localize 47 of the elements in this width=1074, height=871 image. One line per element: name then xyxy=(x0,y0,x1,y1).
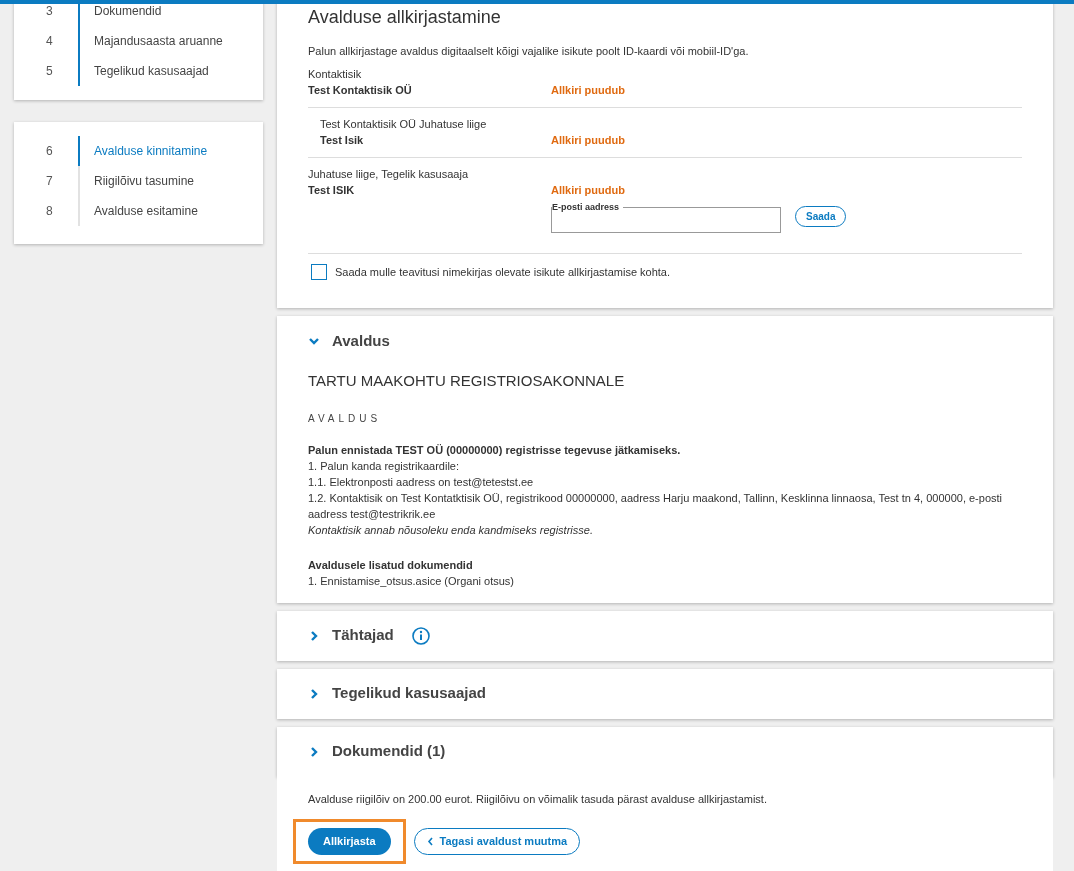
chevron-right-icon xyxy=(308,687,320,700)
application-text: Avaldusele lisatud dokumendid xyxy=(308,557,474,573)
checkbox[interactable] xyxy=(311,263,327,280)
chevron-down-icon xyxy=(308,335,320,347)
signer-name: Test ISIK xyxy=(308,183,356,198)
application-text: 1.1. Elektronposti aadress on test@tetestst.ee xyxy=(308,474,535,490)
addressee-heading: TARTU MAAKOHTU REGISTRIOSAKONNALE xyxy=(308,371,626,391)
step-number: 7 xyxy=(46,173,54,190)
chevron-right-icon xyxy=(308,745,320,758)
application-text: Kontaktisik annab nõusoleku enda kandmiseks registrisse. xyxy=(308,522,594,538)
step-link[interactable]: Riigilõivu tasumine xyxy=(80,166,195,196)
application-text: 1. Ennistamise_otsus.asice (Organi otsus) xyxy=(308,573,516,589)
step-link[interactable]: Tegelikud kasusaajad xyxy=(80,56,209,86)
accordion-header[interactable]: Dokumendid (1) xyxy=(277,726,1053,777)
step-number: 6 xyxy=(46,143,54,160)
role-text: Juhatuse liige, Tegelik kasusaaja xyxy=(308,166,469,182)
accordion-header[interactable]: Tähtajad xyxy=(277,610,1053,661)
application-text: 1.2. Kontaktisik on Test Kontatktisik OÜ, registrikood 00000000, aadress Harju maakond, Tallinn, Kesklinna linnaosa, Test tn 4, 000000, e-posti aadress test@testrikrik.ee xyxy=(308,490,1003,522)
intro-text: Palun allkirjastage avaldus digitaalselt kõigi vajalike isikute poolt ID-kaardi või mobiil-ID'ga. xyxy=(308,44,750,59)
chevron-right-icon xyxy=(308,629,320,642)
step-link[interactable]: Avalduse esitamine xyxy=(80,196,198,226)
role-text: Kontaktisik xyxy=(308,66,363,82)
application-text: 1. Palun kanda registrikaardile: xyxy=(308,458,461,474)
signer-name: Test Isik xyxy=(320,133,365,148)
accordion-header[interactable]: Tegelikud kasusaajad xyxy=(277,668,1053,719)
role-text: Test Kontaktisik OÜ Juhatuse liige xyxy=(320,116,488,132)
step-link[interactable]: Majandusaasta aruanne xyxy=(80,26,223,56)
signature-status: Allkiri puudub xyxy=(551,133,625,148)
sign-button[interactable]: Allkirjasta xyxy=(308,828,391,855)
application-text: Palun ennistada TEST OÜ (00000000) registrisse tegevuse jätkamiseks. xyxy=(308,442,682,458)
step-number: 3 xyxy=(46,4,54,20)
signer-name: Test Kontaktisik OÜ xyxy=(308,83,413,98)
info-icon[interactable] xyxy=(411,626,430,645)
document-heading: AVALDUS xyxy=(308,411,383,426)
step-number: 5 xyxy=(46,63,54,80)
step-number: 8 xyxy=(46,203,54,220)
checkbox-label: Saada mulle teavitusi nimekirjas olevate isikute allkirjastamise kohta. xyxy=(335,264,671,280)
step-link[interactable]: Dokumendid xyxy=(80,4,162,26)
accordion-header[interactable]: Avaldus xyxy=(277,316,1053,366)
signature-status: Allkiri puudub xyxy=(551,83,625,98)
fee-note: Avalduse riigilõiv on 200.00 eurot. Riigilõivu on võimalik tasuda pärast avalduse allkirjastamist. xyxy=(308,791,768,807)
field-label: E-posti aadress xyxy=(552,200,624,213)
chevron-left-icon xyxy=(426,837,434,846)
signature-status: Allkiri puudub xyxy=(551,183,625,198)
step-number: 4 xyxy=(46,33,54,50)
card-title: Avalduse allkirjastamine xyxy=(308,6,502,29)
step-link[interactable]: Avalduse kinnitamine xyxy=(80,136,208,166)
